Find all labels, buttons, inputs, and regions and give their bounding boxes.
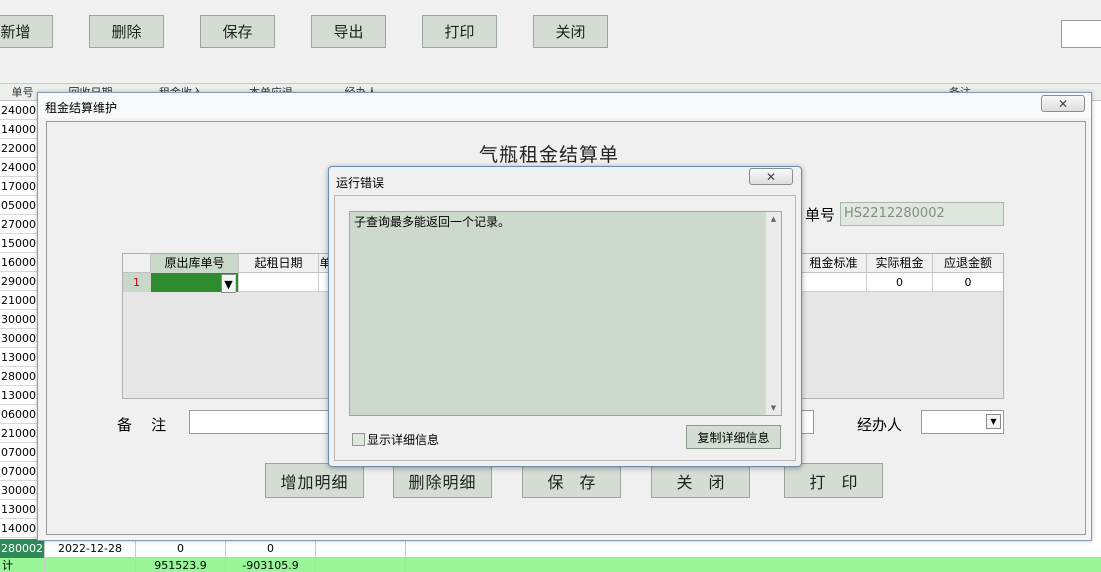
dialog-title: 租金结算维护 xyxy=(45,101,118,115)
cell-refund-amount[interactable]: 0 xyxy=(933,273,1003,292)
handler-select[interactable]: ▼ xyxy=(921,410,1004,434)
export-button[interactable]: 导出 xyxy=(311,15,386,48)
row-header-corner xyxy=(123,254,151,273)
original-outbound-combo[interactable]: ▼ xyxy=(151,273,239,293)
dialog-titlebar[interactable]: 租金结算维护 ✕ xyxy=(38,93,1091,118)
total-label: 计 xyxy=(0,558,45,572)
form-print-button[interactable]: 打 印 xyxy=(784,463,883,498)
close-icon: ✕ xyxy=(1057,96,1069,111)
error-dialog-title: 运行错误 xyxy=(336,176,385,190)
close-icon: ✕ xyxy=(765,169,777,184)
search-input[interactable] xyxy=(1061,20,1101,48)
dialog-close-button[interactable]: ✕ xyxy=(1041,95,1085,112)
add-button[interactable]: 新增 xyxy=(0,15,53,48)
runtime-error-dialog: 运行错误 ✕ 子查询最多能返回一个记录。 ▲ ▼ 显示详细信息 复制详细信息 xyxy=(328,166,802,467)
cell-refund: 0 xyxy=(226,539,316,558)
total-handler xyxy=(316,558,406,572)
chevron-down-icon[interactable]: ▼ xyxy=(221,274,236,293)
cell-rent-income: 0 xyxy=(136,539,226,558)
chevron-down-icon[interactable]: ▼ xyxy=(986,414,1001,429)
form-title: 气瓶租金结算单 xyxy=(479,144,620,166)
bill-no-field[interactable]: HS2212280002 xyxy=(840,202,1004,226)
cell-return-date: 2022-12-28 xyxy=(45,539,136,558)
remark-label: 备 注 xyxy=(117,416,167,434)
total-row: 计 951523.9 -903105.9 xyxy=(0,558,1101,572)
close-button[interactable]: 关闭 xyxy=(533,15,608,48)
col-original-outbound-no[interactable]: 原出库单号 xyxy=(151,254,239,273)
remark-input-tail[interactable] xyxy=(802,410,814,434)
form-save-button[interactable]: 保 存 xyxy=(522,463,621,498)
col-rent-standard[interactable]: 租金标准 xyxy=(801,254,867,273)
total-refund: -903105.9 xyxy=(226,558,316,572)
bill-no-label: 单号 xyxy=(805,206,836,224)
copy-details-button[interactable]: 复制详细信息 xyxy=(686,425,781,449)
row-number: 1 xyxy=(123,273,151,292)
add-detail-button[interactable]: 增加明细 xyxy=(265,463,364,498)
print-button[interactable]: 打印 xyxy=(422,15,497,48)
form-close-button[interactable]: 关 闭 xyxy=(651,463,750,498)
error-content-panel: 子查询最多能返回一个记录。 ▲ ▼ 显示详细信息 复制详细信息 xyxy=(334,195,796,461)
delete-button[interactable]: 删除 xyxy=(89,15,164,48)
delete-detail-button[interactable]: 删除明细 xyxy=(393,463,492,498)
error-message-box[interactable]: 子查询最多能返回一个记录。 ▲ ▼ xyxy=(349,211,782,416)
total-income: 951523.9 xyxy=(136,558,226,572)
show-details-label: 显示详细信息 xyxy=(367,433,440,447)
handler-label: 经办人 xyxy=(857,416,903,434)
show-details-checkbox[interactable] xyxy=(352,433,365,446)
vertical-scrollbar[interactable]: ▲ ▼ xyxy=(765,212,781,415)
table-row[interactable]: 280002 2022-12-28 0 0 xyxy=(0,539,1101,558)
error-message: 子查询最多能返回一个记录。 xyxy=(354,215,511,229)
main-toolbar: 新增 删除 保存 导出 打印 关闭 xyxy=(0,0,1101,84)
error-close-button[interactable]: ✕ xyxy=(749,168,793,185)
cell-bill-no: 280002 xyxy=(0,539,45,558)
show-details-option[interactable]: 显示详细信息 xyxy=(352,431,439,448)
total-empty xyxy=(45,558,136,572)
cell-actual-rent[interactable]: 0 xyxy=(867,273,933,292)
col-refund-amount[interactable]: 应退金额 xyxy=(933,254,1003,273)
cell-start-date[interactable] xyxy=(239,273,319,292)
cell-handler xyxy=(316,539,406,558)
scroll-down-icon[interactable]: ▼ xyxy=(766,401,781,415)
scroll-up-icon[interactable]: ▲ xyxy=(766,212,781,226)
cell-rent-standard[interactable] xyxy=(801,273,867,292)
col-start-date[interactable]: 起租日期 xyxy=(239,254,319,273)
save-button[interactable]: 保存 xyxy=(200,15,275,48)
col-actual-rent[interactable]: 实际租金 xyxy=(867,254,933,273)
